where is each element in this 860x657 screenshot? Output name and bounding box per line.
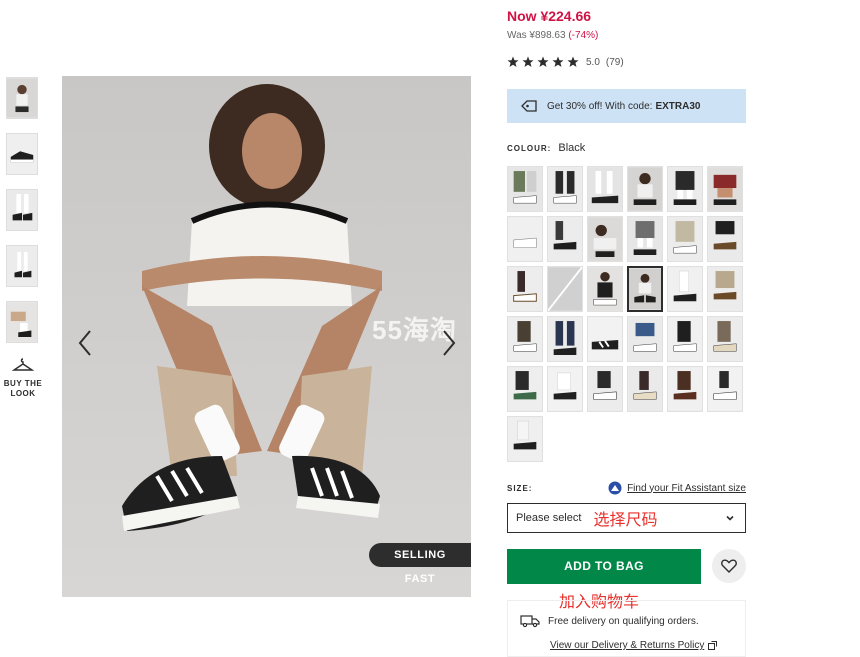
add-to-bag-button[interactable]: ADD TO BAG <box>507 549 701 584</box>
colour-swatch[interactable] <box>587 266 623 312</box>
colour-swatch[interactable] <box>707 366 743 412</box>
size-label: SIZE: <box>507 483 533 493</box>
size-annotation: 选择尺码 <box>593 512 658 529</box>
colour-swatch[interactable] <box>587 216 623 262</box>
delivery-truck-icon <box>520 615 540 628</box>
colour-swatch[interactable] <box>547 316 583 362</box>
colour-swatch[interactable] <box>507 416 543 462</box>
colour-swatch[interactable] <box>707 316 743 362</box>
size-header: SIZE: Find your Fit Assistant size <box>507 481 746 495</box>
colour-label: COLOUR: <box>507 144 552 153</box>
save-for-later-button[interactable] <box>712 549 746 583</box>
chevron-right-icon <box>443 330 456 356</box>
was-price: Was ¥898.63 (-74%) <box>507 30 598 41</box>
colour-swatch[interactable] <box>667 366 703 412</box>
star-icon <box>552 56 564 67</box>
fit-assistant-icon <box>608 481 622 495</box>
fit-assistant-label: Find your Fit Assistant size <box>627 482 746 494</box>
colour-swatch[interactable] <box>627 316 663 362</box>
colour-swatch[interactable] <box>587 166 623 212</box>
colour-swatch[interactable] <box>667 216 703 262</box>
delivery-policy-link[interactable]: View our Delivery & Returns Policy <box>550 640 718 651</box>
colour-swatch[interactable] <box>507 316 543 362</box>
star-icon <box>507 56 519 67</box>
colour-swatch[interactable] <box>667 316 703 362</box>
colour-swatch[interactable] <box>627 216 663 262</box>
rating-value: 5.0 <box>586 56 600 68</box>
thumbnail-list <box>6 77 40 357</box>
current-price: Now ¥224.66 <box>507 8 592 24</box>
colour-swatch[interactable] <box>627 366 663 412</box>
star-icon <box>537 56 549 67</box>
chevron-left-icon <box>78 330 91 356</box>
rating-count: (79) <box>605 56 624 68</box>
colour-swatch[interactable] <box>547 166 583 212</box>
size-select[interactable]: Please select 选择尺码 <box>507 503 746 533</box>
selling-fast-badge: SELLING FAST <box>369 543 471 585</box>
hanger-icon <box>11 358 35 371</box>
colour-swatch[interactable] <box>507 216 543 262</box>
star-icon <box>567 56 579 67</box>
fit-assistant-link[interactable]: Find your Fit Assistant size <box>608 481 746 495</box>
colour-swatch[interactable] <box>707 266 743 312</box>
delivery-policy-label: View our Delivery & Returns Policy <box>550 640 705 651</box>
colour-value: Black <box>558 142 586 154</box>
size-select-value: Please select <box>516 512 582 524</box>
colour-swatch[interactable] <box>627 166 663 212</box>
tag-icon <box>521 100 537 112</box>
thumbnail-3[interactable] <box>6 189 38 231</box>
colour-swatch[interactable] <box>707 166 743 212</box>
colour-swatch[interactable] <box>547 366 583 412</box>
free-delivery-line: Free delivery on qualifying orders. <box>520 614 699 628</box>
rating-summary[interactable]: 5.0 (79) <box>507 56 624 68</box>
thumbnail-5[interactable] <box>6 301 38 343</box>
colour-swatch[interactable] <box>507 166 543 212</box>
promo-banner: Get 30% off! With code: EXTRA30 <box>507 89 746 123</box>
promo-code: EXTRA30 <box>655 100 701 112</box>
colour-swatch[interactable] <box>707 216 743 262</box>
prev-image-button[interactable] <box>74 326 98 360</box>
heart-icon <box>721 559 737 573</box>
promo-text: Get 30% off! With code: <box>547 100 653 112</box>
thumbnail-1[interactable] <box>6 77 38 119</box>
was-price-value: Was ¥898.63 <box>507 30 566 41</box>
colour-swatch[interactable] <box>587 316 623 362</box>
thumbnail-4[interactable] <box>6 245 38 287</box>
colour-swatch[interactable] <box>587 366 623 412</box>
free-delivery-text: Free delivery on qualifying orders. <box>548 615 699 627</box>
thumbnail-2[interactable] <box>6 133 38 175</box>
colour-swatch[interactable] <box>507 366 543 412</box>
buy-the-look-label: BUY THE LOOK <box>3 379 43 398</box>
buy-the-look-button[interactable]: BUY THE LOOK <box>0 358 46 399</box>
colour-swatch[interactable] <box>507 266 543 312</box>
colour-swatch[interactable] <box>667 166 703 212</box>
colour-swatch[interactable] <box>547 266 583 312</box>
discount-percent: (-74%) <box>568 30 599 41</box>
star-icon <box>522 56 534 67</box>
colour-swatch[interactable] <box>547 216 583 262</box>
colour-swatch-selected[interactable] <box>627 266 663 312</box>
colour-selection: COLOUR: Black <box>507 142 585 154</box>
colour-swatch[interactable] <box>667 266 703 312</box>
next-image-button[interactable] <box>436 326 460 360</box>
chevron-down-icon <box>726 515 734 521</box>
colour-swatch-grid <box>507 166 747 462</box>
external-link-icon <box>708 641 718 650</box>
delivery-info: Free delivery on qualifying orders. View… <box>507 600 746 657</box>
